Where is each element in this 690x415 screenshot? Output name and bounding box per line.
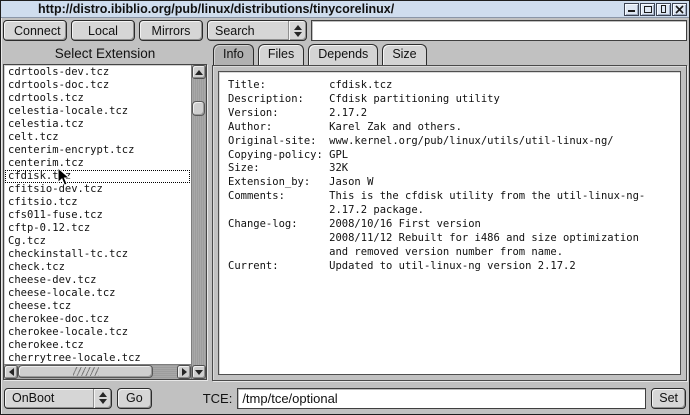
close-button[interactable] — [672, 3, 687, 16]
bottom-bar: OnBoot Go TCE: Set — [1, 387, 689, 414]
vertical-scrollbar-track[interactable] — [192, 79, 206, 365]
arrow-up-icon — [195, 70, 203, 75]
search-mode-dropdown[interactable]: Search — [207, 20, 307, 41]
tab-bar: InfoFilesDependsSize — [212, 44, 687, 65]
dropdown-arrows-icon — [93, 389, 111, 408]
list-item[interactable]: centerim.tcz — [5, 157, 190, 170]
go-button[interactable]: Go — [117, 388, 152, 409]
dropdown-arrows-icon — [288, 21, 306, 40]
toolbar: Connect Local Mirrors Search — [1, 18, 689, 44]
list-item[interactable]: cdrtools.tcz — [5, 92, 190, 105]
list-item[interactable]: checkinstall-tc.tcz — [5, 248, 190, 261]
list-item[interactable]: Cg.tcz — [5, 235, 190, 248]
info-text: Title: cfdisk.tcz Description: Cfdisk pa… — [218, 71, 681, 375]
list-item[interactable]: cfitsio-dev.tcz — [5, 183, 190, 196]
arrow-right-icon — [182, 368, 187, 376]
vertical-scrollbar[interactable] — [191, 65, 206, 379]
scroll-up-button[interactable] — [192, 65, 206, 79]
app-window: http://distro.ibiblio.org/pub/linux/dist… — [0, 0, 690, 415]
tab-size[interactable]: Size — [382, 44, 426, 65]
horizontal-scrollbar-track[interactable] — [18, 365, 177, 379]
list-item[interactable]: cdrtools-doc.tcz — [5, 79, 190, 92]
list-item[interactable]: celt.tcz — [5, 131, 190, 144]
arrow-down-icon — [195, 370, 203, 375]
window-title: http://distro.ibiblio.org/pub/linux/dist… — [38, 1, 394, 17]
info-tab-panel: Title: cfdisk.tcz Description: Cfdisk pa… — [212, 65, 687, 381]
detail-panel: InfoFilesDependsSize Title: cfdisk.tcz D… — [212, 44, 687, 387]
shade-button[interactable] — [656, 3, 671, 16]
horizontal-scrollbar-thumb[interactable] — [18, 365, 153, 378]
tab-info[interactable]: Info — [213, 44, 254, 65]
minimize-icon — [628, 10, 635, 12]
connect-button[interactable]: Connect — [3, 20, 67, 41]
title-bar[interactable]: http://distro.ibiblio.org/pub/linux/dist… — [1, 1, 689, 18]
tce-path-input[interactable] — [237, 388, 646, 409]
search-input[interactable] — [311, 20, 687, 41]
list-item[interactable]: centerim-encrypt.tcz — [5, 144, 190, 157]
window-controls — [624, 3, 687, 16]
mirrors-button[interactable]: Mirrors — [139, 20, 203, 41]
set-button[interactable]: Set — [651, 388, 686, 409]
list-item[interactable]: cdrtools-dev.tcz — [5, 66, 190, 79]
tab-depends[interactable]: Depends — [308, 44, 378, 65]
horizontal-scrollbar[interactable] — [4, 364, 191, 379]
list-item[interactable]: cheese.tcz — [5, 300, 190, 313]
extension-list: cdrtools-dev.tczcdrtools-doc.tczcdrtools… — [5, 66, 190, 364]
scroll-down-button[interactable] — [192, 365, 206, 379]
tce-label: TCE: — [203, 391, 233, 406]
close-icon — [675, 5, 684, 14]
extension-panel-title: Select Extension — [3, 44, 207, 64]
onboot-value: OnBoot — [5, 391, 93, 405]
minimize-button[interactable] — [624, 3, 639, 16]
list-item[interactable]: cfitsio.tcz — [5, 196, 190, 209]
list-item[interactable]: cherokee-doc.tcz — [5, 313, 190, 326]
local-button[interactable]: Local — [71, 20, 135, 41]
list-item[interactable]: cfdisk.tcz — [5, 170, 190, 183]
tab-files[interactable]: Files — [258, 44, 304, 65]
main-content: Select Extension cdrtools-dev.tczcdrtool… — [1, 44, 689, 387]
scroll-left-button[interactable] — [4, 365, 18, 379]
extension-listbox: cdrtools-dev.tczcdrtools-doc.tczcdrtools… — [3, 64, 207, 380]
list-item[interactable]: cheese-locale.tcz — [5, 287, 190, 300]
list-item[interactable]: check.tcz — [5, 261, 190, 274]
extension-panel: Select Extension cdrtools-dev.tczcdrtool… — [3, 44, 207, 387]
list-item[interactable]: cfs011-fuse.tcz — [5, 209, 190, 222]
list-item[interactable]: cherrytree-locale.tcz — [5, 352, 190, 364]
onboot-dropdown[interactable]: OnBoot — [4, 388, 112, 409]
list-item[interactable]: celestia.tcz — [5, 118, 190, 131]
maximize-button[interactable] — [640, 3, 655, 16]
list-item[interactable]: cftp-0.12.tcz — [5, 222, 190, 235]
vertical-scrollbar-thumb[interactable] — [192, 101, 205, 116]
search-mode-value: Search — [208, 24, 288, 38]
scroll-right-button[interactable] — [177, 365, 191, 379]
arrow-left-icon — [9, 368, 14, 376]
list-item[interactable]: celestia-locale.tcz — [5, 105, 190, 118]
list-item[interactable]: cherokee-locale.tcz — [5, 326, 190, 339]
list-item[interactable]: cheese-dev.tcz — [5, 274, 190, 287]
shade-icon — [661, 5, 666, 13]
maximize-icon — [644, 6, 652, 13]
list-item[interactable]: cherokee.tcz — [5, 339, 190, 352]
